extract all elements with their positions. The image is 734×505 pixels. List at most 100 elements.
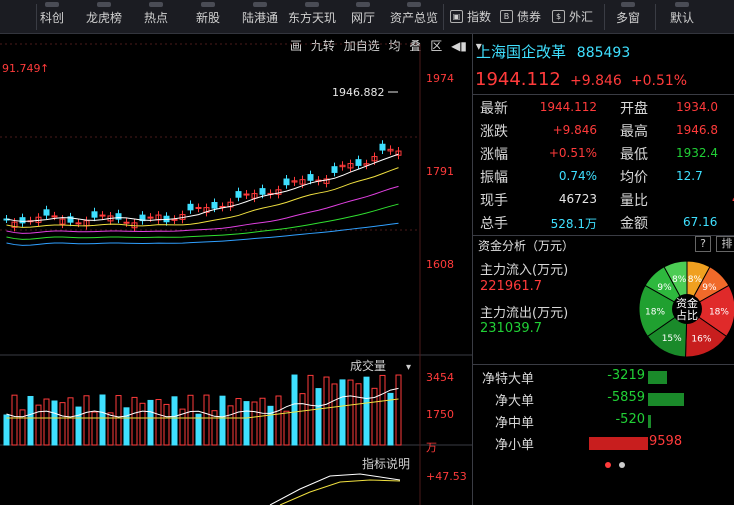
volume-bar [3, 414, 10, 446]
moving-average-line [6, 222, 399, 246]
net-flow-bar [648, 393, 684, 406]
toolbar-item-kechuang[interactable]: 科创 [37, 0, 67, 33]
multi-window-icon [621, 2, 635, 7]
toolbar-item-bond[interactable]: B 债券 [500, 0, 541, 33]
candle [307, 174, 314, 181]
quote-row: 最新 1944.112 开盘 1934.0 [480, 98, 734, 121]
pie-slice-label: 15% [662, 334, 682, 344]
volume-bar [315, 388, 322, 446]
net-flow-row: 净特大单 -3219 [473, 368, 734, 390]
volume-bar [331, 383, 338, 446]
toolbar-divider [655, 4, 656, 30]
longhubang-icon [97, 2, 111, 7]
toolbar-partial-item[interactable] [0, 0, 36, 33]
quote-label: 最低 [620, 147, 648, 163]
quote-label: 涨幅 [480, 147, 508, 163]
volume-bar [147, 399, 154, 446]
toolbar-item-ipo[interactable]: 新股 [192, 0, 224, 33]
candle [123, 221, 130, 224]
toolbar-item-multi-window[interactable]: 多窗 [612, 0, 644, 33]
net-flow-bar [648, 415, 651, 428]
candle [355, 159, 362, 166]
candle [43, 209, 50, 216]
net-flow-value: -3219 [607, 368, 645, 383]
candle [187, 203, 194, 211]
hotspot-icon [149, 2, 163, 7]
volume-bar [139, 402, 146, 446]
toolbar-item-hotspot[interactable]: 热点 [140, 0, 172, 33]
quote-value: 0.74% [558, 169, 597, 183]
price-change-pct: +0.51% [630, 73, 688, 89]
candle [19, 217, 26, 224]
net-flow-label: 净大单 [495, 394, 535, 409]
volume-bar [27, 395, 34, 446]
quote-label: 总手 [480, 216, 508, 232]
candle [115, 213, 122, 220]
net-flow-label: 净特大单 [482, 372, 535, 387]
divider [473, 94, 734, 95]
quote-row: 现手 46723 量比 4 [480, 190, 734, 213]
toolbar-divider [604, 4, 605, 30]
volume-bar [195, 413, 202, 446]
indicator-help-button[interactable]: 指标说明 [362, 456, 410, 471]
stock-connect-icon [253, 2, 267, 7]
quote-panel: 上海国企改革 885493 1944.112 +9.846 +0.51% 最新 … [473, 34, 734, 505]
net-flow-value: -5859 [607, 390, 645, 405]
toolbar-item-forex[interactable]: $ 外汇 [552, 0, 593, 33]
pie-slice-label: 18% [709, 307, 729, 317]
net-flow-row: 净中单 -520 [473, 412, 734, 434]
volume-bar [347, 379, 354, 446]
pager-dot[interactable] [619, 462, 625, 468]
default-layout-icon [675, 2, 689, 7]
quote-label: 现手 [480, 193, 508, 209]
quote-value: 1934.0 [676, 100, 718, 114]
fund-help-button[interactable]: ? [695, 236, 711, 252]
toolbar-item-dongfang-tianji[interactable]: 东方天玑 [286, 0, 338, 33]
candle [99, 214, 106, 217]
net-flow-bar [648, 371, 667, 384]
volume-bar [267, 405, 274, 446]
tianji-icon [305, 2, 319, 7]
forex-box-icon: $ [552, 10, 565, 23]
stock-code: 885493 [576, 45, 631, 61]
fund-sort-button[interactable]: 排 [716, 236, 734, 252]
volume-bar [243, 401, 250, 446]
pie-center-label: 资金 [676, 296, 698, 310]
toolbar-item-index[interactable]: ▣ 指数 [450, 0, 491, 33]
chart-box-icon: ▣ [450, 10, 463, 23]
net-flow-bar [589, 437, 648, 450]
stock-title: 上海国企改革 885493 [476, 41, 630, 62]
quote-value: 1944.112 [539, 100, 597, 114]
volume-bar [131, 396, 138, 446]
toolbar-divider [443, 4, 444, 30]
toolbar-item-asset-overview[interactable]: 资产总览 [388, 0, 440, 33]
pie-center-label: 占比 [676, 308, 698, 322]
volume-bar [67, 397, 74, 446]
online-hall-icon [356, 2, 370, 7]
toolbar-item-default-layout[interactable]: 默认 [666, 0, 698, 33]
bond-box-icon: B [500, 10, 513, 23]
ipo-icon [201, 2, 215, 7]
quote-label: 最新 [480, 101, 508, 117]
toolbar-item-longhubang[interactable]: 龙虎榜 [80, 0, 128, 33]
volume-dropdown-icon[interactable]: ▾ [406, 362, 411, 373]
volume-bar [99, 394, 106, 446]
net-flow-label: 净小单 [495, 438, 535, 453]
net-flow-row: 净小单 9598 [473, 434, 734, 456]
volume-unit: 万 [426, 441, 437, 454]
volume-bar [259, 397, 266, 446]
candle [331, 166, 338, 173]
net-flow-value: 9598 [649, 434, 683, 449]
volume-bar [395, 374, 402, 446]
toolbar-item-online-hall[interactable]: 网厅 [348, 0, 378, 33]
pager-dot-active[interactable] [605, 462, 611, 468]
pie-slice-label: 8% [688, 275, 703, 285]
pie-slice-label: 16% [691, 335, 711, 345]
kline-chart[interactable]: 91.749 ↑ 1946.882 1974 1791 1608 成交量 ▾ 3… [0, 34, 472, 505]
pie-slice-label: 9% [702, 283, 717, 293]
candle [259, 188, 266, 195]
indicator-y-tick: +47.53 [426, 470, 467, 483]
toolbar-item-stock-connect[interactable]: 陆港通 [240, 0, 280, 33]
volume-bar [19, 409, 26, 446]
quote-value: 528.1万 [550, 217, 597, 231]
